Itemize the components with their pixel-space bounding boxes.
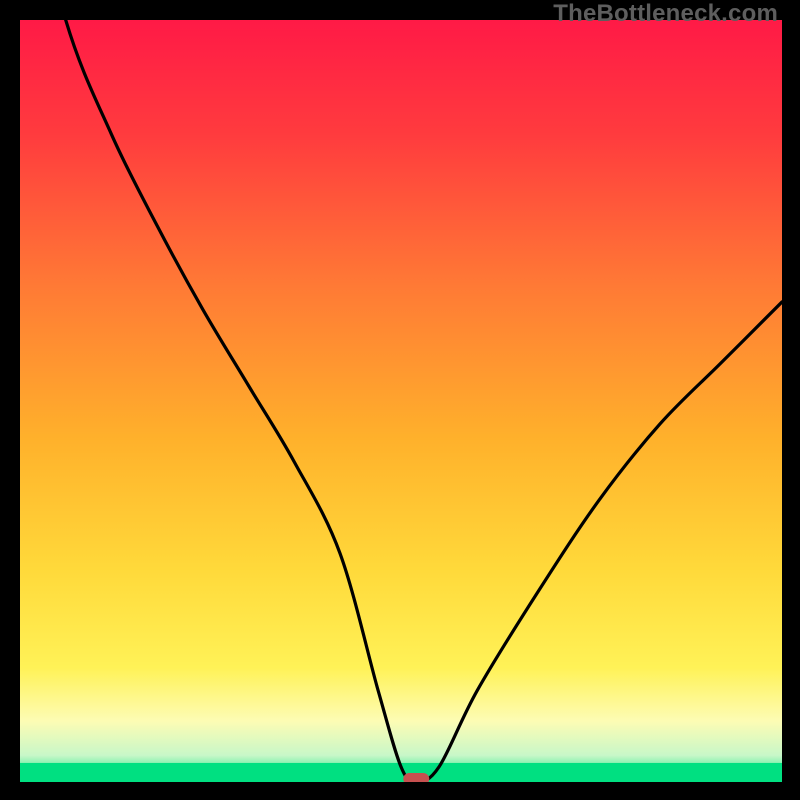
optimum-marker — [403, 773, 429, 782]
bottleneck-chart — [20, 20, 782, 782]
gradient-background — [20, 20, 782, 782]
watermark-text: TheBottleneck.com — [553, 0, 778, 28]
chart-frame: TheBottleneck.com — [0, 0, 800, 800]
plot-area — [20, 20, 782, 782]
